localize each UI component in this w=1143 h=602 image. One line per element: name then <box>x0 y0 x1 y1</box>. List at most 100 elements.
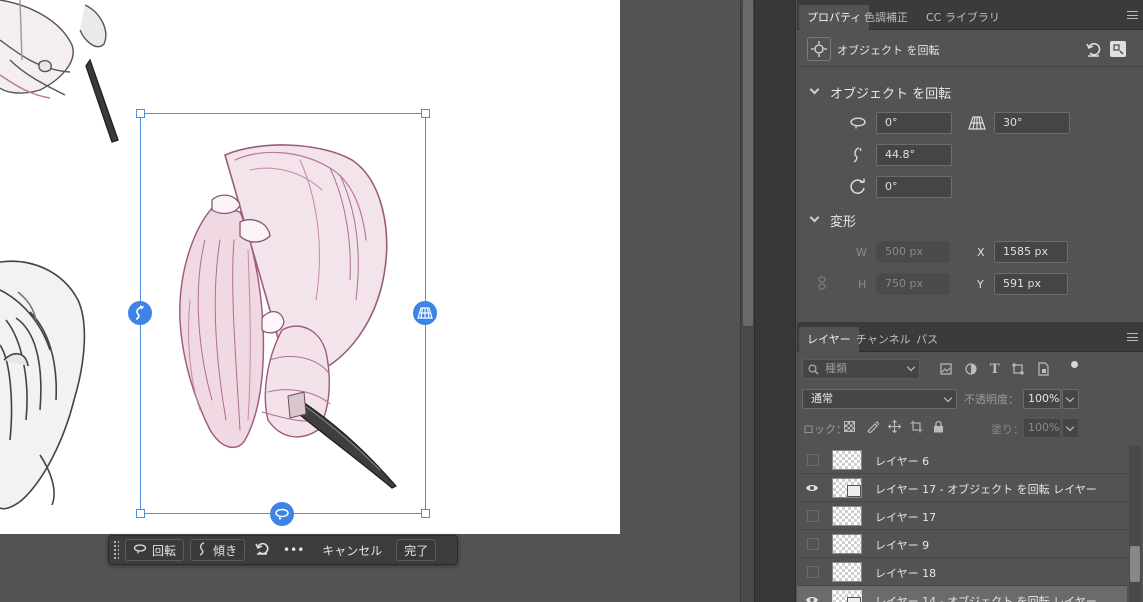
rotate-y-icon <box>133 543 147 557</box>
y-rotation-icon <box>848 113 868 133</box>
artwork-character-left <box>0 260 86 510</box>
visibility-toggle[interactable] <box>807 510 819 522</box>
fill-chevron-icon <box>1065 422 1075 432</box>
layer-row[interactable]: レイヤー 18 <box>797 558 1127 586</box>
reset-button[interactable] <box>251 539 273 561</box>
shape-layer-filter-icon[interactable] <box>1012 363 1024 378</box>
tab-cc-libraries[interactable]: CC ライブラリ <box>918 5 1008 30</box>
layers-panel-menu-icon[interactable] <box>1127 333 1138 341</box>
z-rotation-field[interactable]: 0° <box>876 176 952 198</box>
drag-grip-icon[interactable] <box>113 540 119 560</box>
fill-field[interactable]: 100% <box>1023 418 1061 438</box>
done-button[interactable]: 完了 <box>396 539 437 561</box>
more-options-button[interactable]: ••• <box>279 539 308 561</box>
fill-label: 塗り： <box>991 423 1024 436</box>
canvas-workspace[interactable]: 回転 傾き ••• キャンセル 完了 <box>0 0 740 602</box>
visibility-toggle[interactable] <box>807 538 819 550</box>
transform-section-title: 変形 <box>830 215 857 230</box>
transform-handle-bottom-left[interactable] <box>136 509 145 518</box>
tilt-button-label: 傾き <box>213 543 238 558</box>
visibility-toggle[interactable] <box>807 566 819 578</box>
properties-panel-menu-icon[interactable] <box>1127 11 1138 19</box>
layers-scrollbar-thumb[interactable] <box>1130 546 1140 582</box>
visibility-toggle[interactable] <box>807 454 819 466</box>
layer-row-selected[interactable]: レイヤー 14 - オブジェクト を回転 レイヤー <box>797 586 1127 602</box>
apply-icon[interactable] <box>1110 41 1126 57</box>
layer-thumbnail <box>832 562 862 582</box>
tilt-button[interactable]: 傾き <box>190 539 246 561</box>
rotate-object-icon <box>807 37 831 61</box>
tab-adjustments[interactable]: 色調補正 <box>856 5 916 30</box>
reset-transform-icon[interactable] <box>1085 41 1101 60</box>
layer-thumbnail <box>832 534 862 554</box>
smart-object-filter-icon[interactable] <box>1037 362 1049 379</box>
x-position-field[interactable]: 1585 px <box>994 241 1068 263</box>
layer-name: レイヤー 6 <box>875 455 930 468</box>
fill-dropdown[interactable] <box>1062 418 1079 438</box>
transform-bounding-box[interactable] <box>140 113 426 514</box>
lock-position-icon[interactable] <box>887 419 902 436</box>
tilt-handle-icon[interactable] <box>128 301 152 325</box>
lock-image-pixels-icon[interactable] <box>866 420 880 436</box>
opacity-field[interactable]: 100% <box>1023 389 1061 409</box>
right-panel-dock: プロパティ 色調補正 CC ライブラリ オブジェクト を回転 オブジェクト を回… <box>797 0 1143 602</box>
x-position-label: X <box>977 246 985 259</box>
type-layer-filter-icon[interactable]: T <box>990 362 1000 377</box>
rotate-section-chevron-icon[interactable] <box>809 84 820 95</box>
smart-object-badge-icon <box>847 485 861 497</box>
layers-tab-bar: レイヤー チャンネル パス <box>797 322 1143 352</box>
document-canvas[interactable] <box>0 0 620 534</box>
smart-object-badge-icon <box>847 597 861 602</box>
panel-dock-gutter <box>754 0 796 602</box>
rotate-handle-icon[interactable] <box>270 502 294 526</box>
eye-icon[interactable] <box>805 482 819 494</box>
layer-row[interactable]: レイヤー 17 <box>797 502 1127 530</box>
filter-toggle-icon[interactable] <box>1071 361 1078 368</box>
transform-handle-top-left[interactable] <box>136 109 145 118</box>
lock-label: ロック： <box>803 423 847 436</box>
properties-header-title: オブジェクト を回転 <box>837 44 940 57</box>
canvas-scrollbar-thumb[interactable] <box>743 0 753 326</box>
width-field: 500 px <box>876 241 950 263</box>
transform-handle-bottom-right[interactable] <box>421 509 430 518</box>
cancel-button[interactable]: キャンセル <box>314 539 390 561</box>
adjustment-layer-filter-icon[interactable] <box>965 363 977 378</box>
perspective-handle-icon[interactable] <box>413 301 437 325</box>
transform-section-chevron-icon[interactable] <box>809 212 820 223</box>
blend-mode-value: 通常 <box>811 392 833 405</box>
eye-icon[interactable] <box>805 594 819 602</box>
y-rotation-field[interactable]: 0° <box>876 112 952 134</box>
layer-row[interactable]: レイヤー 9 <box>797 530 1127 558</box>
layer-thumbnail <box>832 506 862 526</box>
search-icon <box>808 364 819 378</box>
lock-artboard-icon[interactable] <box>910 420 923 436</box>
blend-mode-select[interactable]: 通常 <box>802 389 957 409</box>
rotate-button[interactable]: 回転 <box>125 539 185 561</box>
layer-name: レイヤー 9 <box>875 539 930 552</box>
perspective-field[interactable]: 30° <box>994 112 1070 134</box>
reset-icon <box>255 542 269 558</box>
layer-filter-row: 種類 T <box>797 353 1143 383</box>
layer-kind-filter[interactable]: 種類 <box>802 359 920 379</box>
x-rotation-field[interactable]: 44.8° <box>876 144 952 166</box>
properties-header: オブジェクト を回転 <box>797 31 1143 67</box>
height-label: H <box>858 278 867 291</box>
opacity-label: 不透明度： <box>964 393 1019 406</box>
artwork-character-top-left <box>0 0 119 143</box>
height-field: 750 px <box>876 273 950 295</box>
lock-transparent-pixels-icon[interactable] <box>844 421 855 432</box>
layer-name: レイヤー 18 <box>875 567 937 580</box>
width-label: W <box>856 246 867 259</box>
y-position-field[interactable]: 591 px <box>994 273 1068 295</box>
layer-row[interactable]: レイヤー 6 <box>797 446 1127 474</box>
layers-scrollbar[interactable] <box>1129 446 1141 602</box>
layer-row[interactable]: レイヤー 17 - オブジェクト を回転 レイヤー <box>797 474 1127 502</box>
opacity-dropdown[interactable] <box>1062 389 1079 409</box>
lock-all-icon[interactable] <box>933 420 944 436</box>
canvas-vertical-scrollbar[interactable] <box>740 0 754 602</box>
transform-handle-top-right[interactable] <box>421 109 430 118</box>
x-rotation-icon <box>848 145 868 165</box>
contextual-task-bar: 回転 傾き ••• キャンセル 完了 <box>108 535 458 565</box>
pixel-layer-filter-icon[interactable] <box>940 363 952 378</box>
tab-paths[interactable]: パス <box>908 327 946 352</box>
